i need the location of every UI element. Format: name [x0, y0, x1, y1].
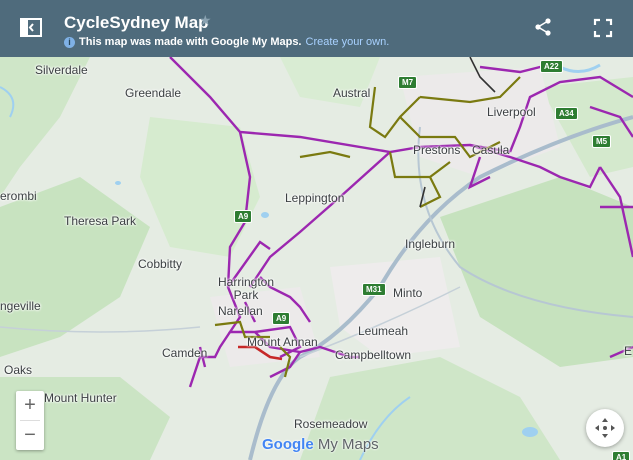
place-mount-annan: Mount Annan — [247, 335, 318, 349]
shield-m7: M7 — [398, 76, 418, 89]
place-theresa-park: Theresa Park — [64, 214, 137, 228]
shield-a34: A34 — [555, 107, 578, 120]
create-your-own-link[interactable]: Create your own. — [306, 36, 390, 48]
map-subtitle: i This map was made with Google My Maps.… — [64, 36, 389, 48]
shield-a9-north: A9 — [234, 210, 253, 223]
place-erombi: erombi — [0, 189, 37, 203]
place-leumeah: Leumeah — [358, 324, 409, 338]
place-harrington-park: Harrington Park — [217, 275, 275, 302]
header-bar: CycleSydney Map ★ i This map was made wi… — [0, 0, 633, 57]
place-prestons: Prestons — [413, 143, 461, 157]
google-logo-text: Google — [262, 436, 314, 453]
place-narellan: Narellan — [218, 304, 263, 318]
sidebar-toggle-icon[interactable] — [18, 16, 44, 40]
fullscreen-icon[interactable] — [593, 18, 613, 38]
zoom-control: + − — [16, 391, 44, 450]
place-liverpool: Liverpool — [487, 105, 536, 119]
place-leppington: Leppington — [285, 191, 345, 205]
place-ngeville: ngeville — [0, 299, 41, 313]
place-camden: Camden — [162, 346, 208, 360]
subtitle-text: This map was made with Google My Maps. — [79, 36, 302, 48]
place-ingleburn: Ingleburn — [405, 237, 456, 251]
place-austral: Austral — [333, 86, 371, 100]
shield-a9-south: A9 — [272, 312, 291, 325]
shield-a22: A22 — [540, 60, 563, 73]
star-icon[interactable]: ★ — [199, 12, 212, 29]
place-silverdale: Silverdale — [35, 63, 88, 77]
place-rosemeadow: Rosemeadow — [294, 417, 368, 431]
recenter-icon[interactable] — [586, 409, 624, 447]
place-campbelltown: Campbelltown — [335, 348, 412, 362]
place-e: E — [624, 344, 633, 358]
zoom-in-button[interactable]: + — [16, 391, 44, 420]
zoom-out-button[interactable]: − — [16, 421, 44, 450]
info-icon: i — [64, 36, 75, 48]
map-canvas[interactable]: Silverdale Greendale Austral Liverpool P… — [0, 57, 633, 460]
map-title: CycleSydney Map — [64, 13, 209, 32]
place-cobbitty: Cobbitty — [138, 257, 183, 271]
shield-m31: M31 — [362, 283, 386, 296]
shield-a1: A1 — [612, 451, 631, 460]
google-my-maps-logo: Google My Maps — [262, 436, 379, 453]
my-maps-text: My Maps — [317, 436, 379, 453]
share-icon[interactable] — [533, 17, 553, 37]
place-mount-hunter: Mount Hunter — [44, 391, 117, 405]
place-minto: Minto — [393, 286, 423, 300]
place-casula: Casula — [472, 143, 510, 157]
place-greendale: Greendale — [125, 86, 182, 100]
place-oaks: Oaks — [4, 363, 33, 377]
shield-m5: M5 — [592, 135, 612, 148]
